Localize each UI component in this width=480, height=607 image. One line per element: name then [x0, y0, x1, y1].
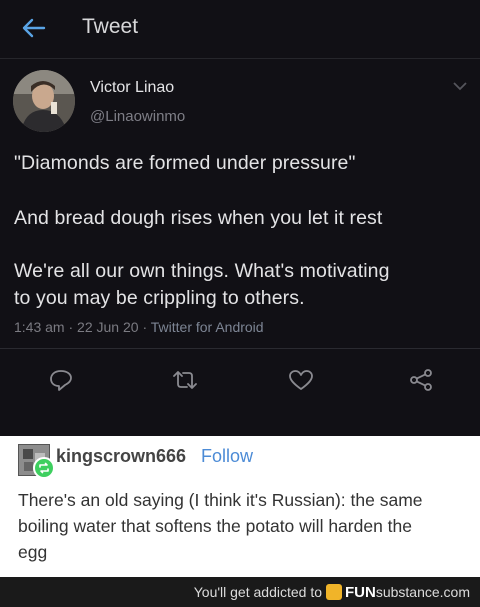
back-arrow-icon[interactable]	[20, 17, 46, 39]
tweet-text-line: to you may be crippling to others.	[14, 287, 305, 309]
tweet-source[interactable]: Twitter for Android	[151, 319, 264, 335]
chevron-down-icon[interactable]	[452, 80, 468, 92]
reblog-icon	[33, 457, 55, 479]
tweet-screen: Tweet Victor Linao @Linaowinmo "Diamonds…	[0, 0, 480, 436]
share-icon[interactable]	[408, 368, 434, 392]
tumblr-username[interactable]: kingscrown666	[56, 446, 186, 467]
divider	[0, 348, 480, 349]
tweet-meta: 1:43 am · 22 Jun 20 · Twitter for Androi…	[14, 319, 264, 335]
tweet-text-line: We're all our own things. What's motivat…	[14, 260, 390, 282]
watermark-text: You'll get addicted to FUNsubstance.com	[194, 584, 470, 601]
header-title: Tweet	[82, 15, 139, 38]
author-handle[interactable]: @Linaowinmo	[90, 108, 185, 125]
tumblr-text-line: boiling water that softens the potato wi…	[18, 516, 412, 536]
meta-separator: ·	[142, 319, 151, 335]
author-name[interactable]: Victor Linao	[90, 79, 174, 97]
avatar[interactable]	[13, 70, 75, 132]
watermark-footer: You'll get addicted to FUNsubstance.com	[0, 577, 480, 607]
tumblr-text-line: There's an old saying (I think it's Russ…	[18, 490, 423, 510]
like-icon[interactable]	[288, 368, 314, 392]
meta-separator: ·	[68, 319, 78, 335]
follow-button[interactable]: Follow	[201, 446, 253, 467]
retweet-icon[interactable]	[172, 368, 198, 392]
watermark-brand-suffix[interactable]: substance.com	[376, 584, 470, 600]
tumblr-text-line: egg	[18, 542, 48, 562]
watermark-brand-prefix[interactable]: FUN	[345, 584, 376, 601]
tumblr-reply: kingscrown666 Follow There's an old sayi…	[0, 436, 480, 577]
funsubstance-logo-icon	[326, 584, 342, 600]
reply-icon[interactable]	[48, 368, 74, 392]
avatar-photo-icon	[13, 70, 75, 132]
tweet-text-line: "Diamonds are formed under pressure"	[14, 152, 356, 174]
tweet-time: 1:43 am	[14, 319, 65, 335]
tweet-date: 22 Jun 20	[77, 319, 139, 335]
tweet-header: Tweet	[0, 0, 480, 59]
tweet-text-line: And bread dough rises when you let it re…	[14, 207, 383, 229]
watermark-tagline: You'll get addicted to	[193, 584, 322, 600]
